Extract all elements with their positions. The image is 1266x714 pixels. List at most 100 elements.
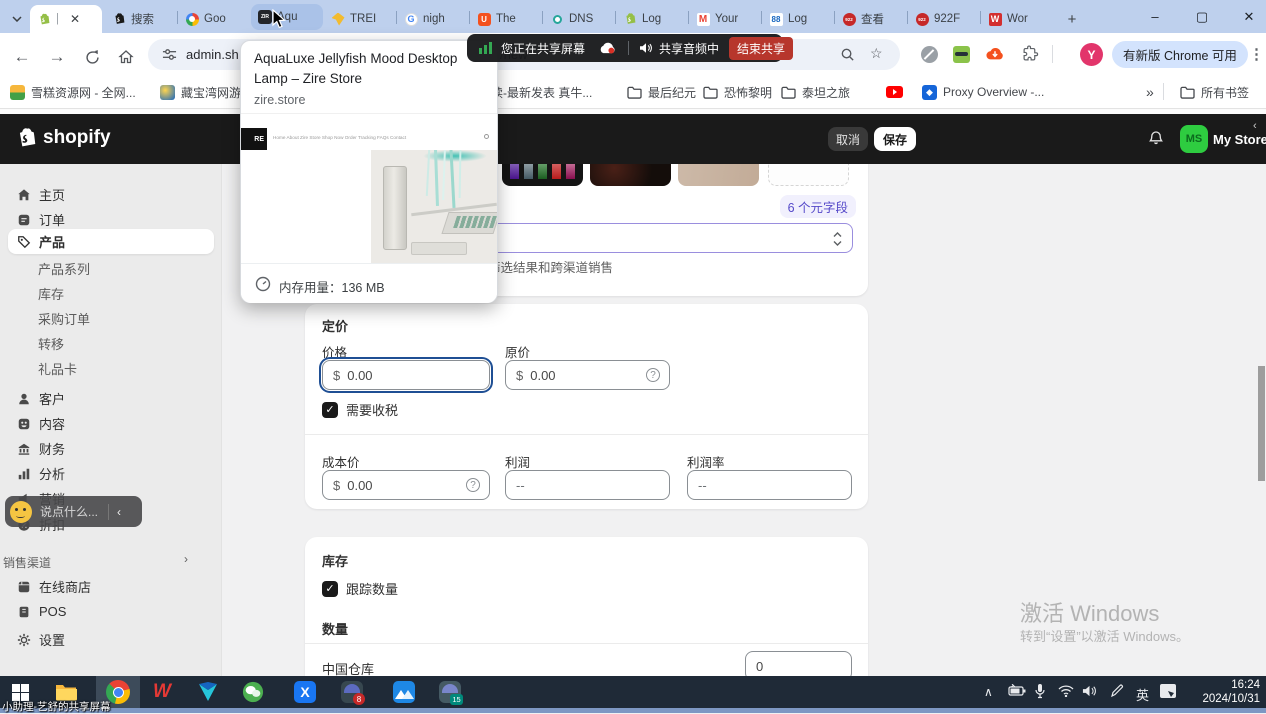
bookmark-folder[interactable]: 泰坦之旅 — [781, 82, 850, 102]
wechat-icon[interactable] — [241, 680, 265, 704]
tab-11[interactable]: 922查看 — [835, 5, 907, 33]
wps-icon[interactable]: W — [150, 680, 174, 704]
metafields-link[interactable]: 6 个元字段 — [780, 195, 856, 218]
shopify-logo[interactable]: shopify — [14, 126, 111, 150]
pen-icon[interactable] — [1110, 684, 1124, 701]
app-badge15-icon[interactable]: 15 — [438, 680, 462, 704]
sidebar-item-online-store[interactable]: 在线商店 — [8, 574, 214, 599]
touch-keyboard-icon[interactable] — [1160, 684, 1176, 701]
sidebar-item-pos[interactable]: POS — [8, 599, 214, 624]
chrome-update-pill[interactable]: 有新版 Chrome 可用 — [1112, 41, 1248, 68]
wifi-icon[interactable] — [1058, 685, 1074, 700]
forward-icon[interactable]: → — [43, 43, 71, 71]
menu-kebab-icon[interactable]: ⋮ — [1249, 45, 1264, 63]
help-icon[interactable]: ? — [466, 478, 480, 492]
sidebar-item-collections[interactable]: 产品系列 — [8, 256, 214, 281]
compare-price-input[interactable]: $0.00? — [505, 360, 670, 390]
battery-icon[interactable] — [1008, 684, 1026, 700]
sidebar-item-purchase-orders[interactable]: 采购订单 — [8, 306, 214, 331]
sidebar-item-customers[interactable]: 客户 — [8, 386, 214, 411]
extension-similarweb-icon[interactable] — [921, 46, 938, 63]
tab-1[interactable]: 搜索 — [105, 5, 177, 33]
cancel-button[interactable]: 取消 — [828, 127, 868, 151]
bookmark-item[interactable]: 雪糕资源网 - 全网... — [10, 82, 136, 102]
tab-5[interactable]: Gnigh — [397, 5, 469, 33]
profit-input[interactable]: -- — [505, 470, 670, 500]
bookmark-star-icon[interactable]: ☆ — [870, 45, 883, 62]
sidebar-item-gift-cards[interactable]: 礼品卡 — [8, 356, 214, 381]
sidebar-item-analytics[interactable]: 分析 — [8, 461, 214, 486]
close-window-button[interactable]: ✕ — [1226, 0, 1266, 33]
collapse-chevron-icon[interactable]: ‹ — [1253, 120, 1257, 132]
sidebar-item-products[interactable]: 产品 — [8, 229, 214, 254]
stop-sharing-button[interactable]: 结束共享 — [729, 37, 793, 60]
cost-input[interactable]: $0.00? — [322, 470, 490, 500]
tab-favicon: U — [477, 12, 491, 26]
app-x-icon[interactable]: X — [293, 680, 317, 704]
sidebar-item-transfers[interactable]: 转移 — [8, 331, 214, 356]
notifications-bell-icon[interactable] — [1148, 130, 1164, 152]
clock[interactable]: 16:242024/10/31 — [1192, 678, 1260, 706]
tab-7[interactable]: DNS — [543, 5, 615, 33]
bookmarks-overflow-chevron[interactable]: » — [1146, 82, 1154, 102]
all-bookmarks-folder[interactable]: 所有书签 — [1180, 82, 1249, 102]
sidebar-item-home[interactable]: 主页 — [8, 182, 214, 207]
url-text: admin.sh — [186, 47, 239, 62]
app-v-icon[interactable] — [196, 680, 220, 704]
minimize-button[interactable]: – — [1132, 0, 1178, 33]
help-icon[interactable]: ? — [646, 368, 660, 382]
bookmark-item[interactable]: 藏宝湾网游 — [160, 82, 241, 102]
maximize-button[interactable]: ▢ — [1179, 0, 1225, 33]
price-input[interactable]: $0.00 — [322, 360, 490, 390]
app-mountain-icon[interactable] — [392, 680, 416, 704]
extensions-puzzle-icon[interactable] — [1022, 45, 1039, 67]
tab-10[interactable]: 88Log — [762, 5, 834, 33]
preview-thumbnail: RE Home About Zire Store Shop Now Order … — [241, 113, 497, 263]
save-button[interactable]: 保存 — [874, 127, 916, 151]
app-badge8-icon[interactable]: 8 — [340, 680, 364, 704]
search-in-omnibox-icon[interactable] — [840, 47, 855, 62]
back-icon[interactable]: ← — [8, 43, 36, 71]
bookmark-folder[interactable]: 最后纪元 — [627, 82, 696, 102]
close-tab-icon[interactable]: ✕ — [70, 12, 80, 26]
home-icon[interactable] — [112, 43, 140, 71]
microphone-icon[interactable] — [1034, 683, 1046, 702]
memory-value: 136 MB — [342, 281, 385, 295]
ime-indicator[interactable]: 英 — [1136, 685, 1149, 704]
tab-2[interactable]: Goo — [178, 5, 250, 33]
tab-search-button[interactable] — [4, 5, 30, 33]
collapse-widget-chevron[interactable]: ‹ — [117, 505, 121, 519]
new-tab-button[interactable]: + — [1059, 5, 1085, 33]
extension-adguard-icon[interactable] — [953, 46, 970, 63]
comment-input-placeholder[interactable]: 说点什么... — [40, 503, 98, 520]
profile-avatar[interactable]: Y — [1080, 43, 1103, 66]
tab-4[interactable]: TREI — [324, 5, 396, 33]
sidebar-item-finance[interactable]: 财务 — [8, 436, 214, 461]
tab-12[interactable]: 922922F — [908, 5, 980, 33]
tab-favicon: G — [404, 12, 418, 26]
volume-icon[interactable] — [1082, 684, 1097, 701]
extension-fdm-icon[interactable] — [986, 46, 1004, 67]
reload-icon[interactable] — [78, 43, 106, 71]
bookmark-item[interactable]: 读-最新发表 真牛... — [491, 82, 592, 102]
tab-13[interactable]: WWor — [981, 5, 1053, 33]
charge-tax-checkbox[interactable]: ✓需要收税 — [322, 400, 398, 419]
store-avatar[interactable]: MS — [1180, 125, 1208, 153]
tray-expand-chevron[interactable]: ∧ — [984, 685, 993, 699]
tab-active[interactable]: | ✕ — [30, 5, 102, 33]
tab-9[interactable]: MYour — [689, 5, 761, 33]
sales-channels-chevron[interactable]: › — [184, 552, 188, 566]
comment-overlay-widget[interactable]: 说点什么... ‹ — [5, 496, 142, 527]
bookmark-folder[interactable]: 恐怖黎明 — [703, 82, 772, 102]
sidebar-item-content[interactable]: 内容 — [8, 411, 214, 436]
page-scrollbar[interactable] — [1258, 366, 1265, 481]
quantity-input[interactable]: 0 — [745, 651, 852, 676]
margin-input[interactable]: -- — [687, 470, 852, 500]
bookmark-proxy[interactable]: ◆Proxy Overview -... — [922, 82, 1044, 102]
tab-6[interactable]: UThe — [470, 5, 542, 33]
sidebar-item-settings[interactable]: 设置 — [8, 627, 214, 652]
bookmark-youtube[interactable] — [886, 82, 903, 102]
sidebar-item-inventory[interactable]: 库存 — [8, 281, 214, 306]
tab-8[interactable]: Log — [616, 5, 688, 33]
track-quantity-checkbox[interactable]: ✓跟踪数量 — [322, 579, 398, 598]
